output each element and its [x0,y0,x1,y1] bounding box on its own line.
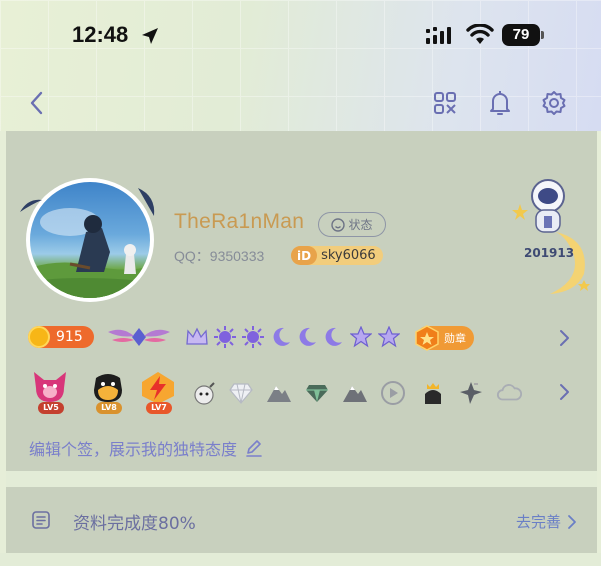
like-count: 201913 [524,246,575,260]
crown-penguin-icon [420,380,446,406]
signature-edit[interactable]: 编辑个签，展示我的独特态度 [29,436,263,460]
settings-button[interactable] [539,88,569,118]
crown-icon [184,324,210,350]
feather-decoration-icon [138,188,155,216]
play-icon [380,380,406,406]
game-icon-1[interactable]: LV5 [30,370,70,414]
chevron-right-icon [560,384,569,400]
astronaut-icon [512,179,590,294]
status-label: 状态 [348,218,373,232]
completion-label: 资料完成度80% [73,514,196,534]
battery-icon: 79 [502,24,540,46]
star-icon [376,324,402,350]
black-penguin-icon [94,374,122,402]
settings-icon [542,91,566,115]
coin-icon [28,326,50,348]
qid-value: sky6066 [321,248,376,263]
battery-level: 79 [512,26,530,43]
mountain-icon [342,380,368,406]
medal-label: 勋章 [444,332,466,345]
bell-icon [490,91,510,115]
lightning-icon [142,372,174,404]
star-icon [348,324,374,350]
status-button[interactable]: 状态 [318,212,386,237]
notifications-button[interactable] [485,88,515,118]
complete-profile-label: 去完善 [515,513,561,531]
diamond-icon [228,380,254,406]
document-icon [32,511,50,529]
feather-decoration-icon [20,199,42,212]
moon-icon [268,324,294,350]
top-nav [0,80,601,124]
badges-row[interactable]: 915 勋章 [28,322,588,354]
section-gap [6,471,597,487]
badges-more-button[interactable] [554,328,574,348]
game-level: LV8 [96,402,122,414]
like-astronaut[interactable] [510,176,596,296]
pencil-icon [246,440,262,457]
game-level: LV7 [146,402,172,414]
complete-profile-button[interactable]: 去完善 [516,511,577,532]
star-shard-icon [458,380,484,406]
signature-text: 编辑个签，展示我的独特态度 [29,440,238,459]
pink-penguin-icon [34,372,66,402]
back-icon [30,91,43,115]
chevron-right-icon [560,330,569,346]
signal-icon [426,27,451,44]
medal-badge[interactable]: 勋章 [415,325,474,351]
avatar-frame[interactable] [20,178,156,302]
coin-value: 915 [56,329,83,345]
qq-number: QQ：9350333 [174,248,265,264]
game-icon-2[interactable]: LV8 [88,370,128,414]
sun-icon [240,324,266,350]
qid-tag: iD [291,246,318,265]
game-level: LV5 [38,402,64,414]
qr-code-button[interactable] [430,88,460,118]
games-row[interactable]: LV5 LV8 LV7 [28,370,588,416]
bottom-strip [0,553,601,566]
games-more-button[interactable] [554,382,574,402]
sun-icon [212,324,238,350]
mountain-icon [266,380,292,406]
location-arrow-icon [142,28,158,44]
coin-badge[interactable]: 915 [28,326,94,348]
wing-badge-icon [108,328,170,346]
smile-status-icon [331,217,346,232]
profile-completion-row[interactable]: 资料完成度80% 去完善 [6,487,597,553]
bomb-icon [192,380,218,406]
qr-code-icon [434,92,456,114]
wifi-icon [466,24,494,44]
moon-icon [320,324,346,350]
game-icon-3[interactable]: LV7 [138,370,178,414]
qid-badge[interactable]: iD sky6066 [291,246,383,265]
status-bar: 12:48 79 [0,0,601,70]
medal-icon [415,325,439,351]
chevron-right-icon [568,514,576,529]
moon-icon [294,324,320,350]
back-button[interactable] [22,88,52,118]
status-time: 12:48 [72,22,129,47]
nickname: TheRa1nMan [174,210,305,233]
battery-tip [541,31,544,39]
cloud-icon [496,380,522,406]
gem-icon [304,380,330,406]
